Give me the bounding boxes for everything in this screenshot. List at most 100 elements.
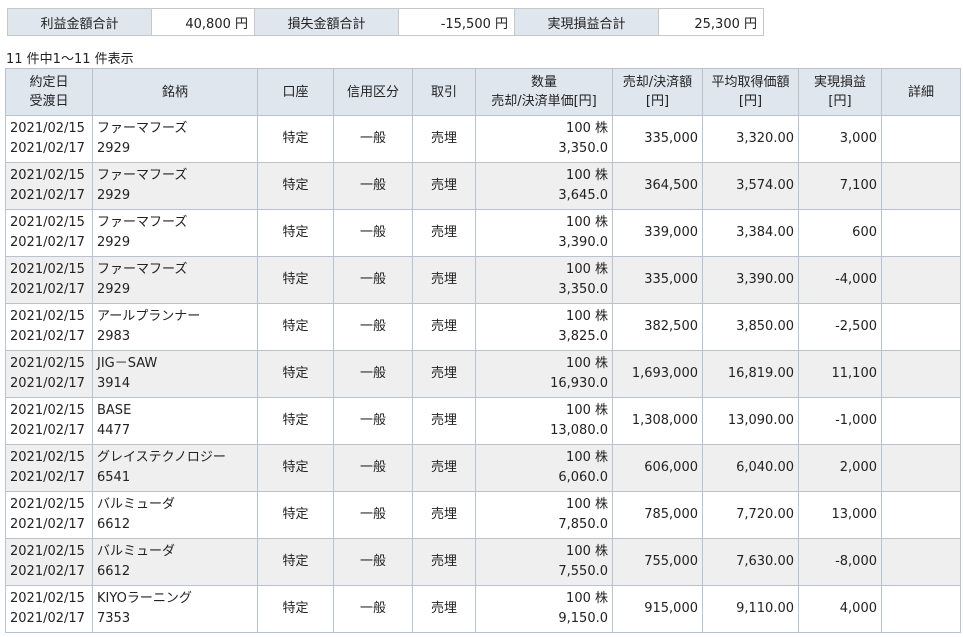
date-cell: 2021/02/15 2021/02/17 [5,444,93,492]
amount-cell: 1,693,000 [612,350,703,398]
quantity: 100 株 [566,356,608,371]
avg-price-cell: 3,574.00 [702,162,799,210]
quantity-cell: 100 株 3,645.0 [475,162,613,210]
credit-cell: 一般 [333,538,413,586]
trade-date: 2021/02/15 [10,544,85,559]
stock-cell: JIG－SAW 3914 [92,350,258,398]
stock-cell: アールプランナー 2983 [92,303,258,351]
trade-cell: 売埋 [412,585,476,633]
realized-pl-cell: -2,500 [798,303,882,351]
header-realized-pl: 実現損益 [円] [798,68,882,116]
table-row: 2021/02/15 2021/02/17 JIG－SAW 3914 特定 一般 売埋 100… [5,350,961,398]
date-cell: 2021/02/15 2021/02/17 [5,350,93,398]
stock-code: 2929 [97,282,131,297]
amount-cell: 915,000 [612,585,703,633]
realized-pl-cell: 7,100 [798,162,882,210]
table-row: 2021/02/15 2021/02/17 BASE 4477 特定 一般 売埋 100 株1… [5,397,961,445]
stock-code: 6541 [97,470,131,485]
credit-cell: 一般 [333,115,413,163]
stock-code: 2983 [97,329,131,344]
trade-history-table: 約定日 受渡日 銘柄 口座 信用区分 取引 数量 売却/決済単価[円] 売却/決済額… [5,68,961,633]
date-cell: 2021/02/15 2021/02/17 [5,397,93,445]
detail-cell [881,162,961,210]
trade-cell: 売埋 [412,256,476,304]
avg-price-cell: 7,630.00 [702,538,799,586]
realized-pl-cell: 4,000 [798,585,882,633]
trade-cell: 売埋 [412,444,476,492]
stock-code: 2929 [97,188,131,203]
account-cell: 特定 [257,162,334,210]
table-row: 2021/02/15 2021/02/17 ファーマフーズ 2929 特定 一般 売埋 100… [5,256,961,304]
trade-date: 2021/02/15 [10,262,85,277]
table-row: 2021/02/15 2021/02/17 ファーマフーズ 2929 特定 一般 売埋 100… [5,162,961,210]
quantity-cell: 100 株 3,390.0 [475,209,613,257]
realized-pl-cell: -8,000 [798,538,882,586]
detail-cell [881,585,961,633]
unit-price: 3,390.0 [558,235,608,250]
quantity: 100 株 [566,591,608,606]
realized-pl-cell: 600 [798,209,882,257]
avg-price-cell: 3,384.00 [702,209,799,257]
amount-cell: 1,308,000 [612,397,703,445]
settle-date: 2021/02/17 [10,235,85,250]
trade-cell: 売埋 [412,209,476,257]
stock-name: バルミューダ [97,544,176,559]
stock-code: 2929 [97,141,131,156]
stock-name: ファーマフーズ [97,262,188,277]
credit-cell: 一般 [333,444,413,492]
unit-price: 3,350.0 [558,141,608,156]
account-cell: 特定 [257,444,334,492]
stock-cell: KIYOラーニング 7353 [92,585,258,633]
header-credit: 信用区分 [333,68,413,116]
trade-date: 2021/02/15 [10,168,85,183]
quantity-cell: 100 株 9,150.0 [475,585,613,633]
settle-date: 2021/02/17 [10,517,85,532]
amount-cell: 335,000 [612,256,703,304]
date-cell: 2021/02/15 2021/02/17 [5,585,93,633]
trade-date: 2021/02/15 [10,215,85,230]
settle-date: 2021/02/17 [10,423,85,438]
date-cell: 2021/02/15 2021/02/17 [5,256,93,304]
stock-name: ファーマフーズ [97,168,188,183]
trade-date: 2021/02/15 [10,497,85,512]
header-stock: 銘柄 [92,68,258,116]
quantity-cell: 100 株 3,825.0 [475,303,613,351]
account-cell: 特定 [257,491,334,539]
profit-total-value: 40,800 円 [151,8,255,36]
stock-name: アールプランナー [97,309,201,324]
settle-date: 2021/02/17 [10,141,85,156]
realized-pl-cell: 11,100 [798,350,882,398]
profit-total-label: 利益金額合計 [7,8,152,36]
account-cell: 特定 [257,585,334,633]
table-row: 2021/02/15 2021/02/17 アールプランナー 2983 特定 一般 売埋 10… [5,303,961,351]
quantity: 100 株 [566,215,608,230]
stock-name: KIYOラーニング [97,591,192,606]
table-row: 2021/02/15 2021/02/17 ファーマフーズ 2929 特定 一般 売埋 100… [5,209,961,257]
loss-total-value: -15,500 円 [398,8,515,36]
stock-name: バルミューダ [97,497,176,512]
header-quantity: 数量 売却/決済単価[円] [475,68,613,116]
header-date: 約定日 受渡日 [5,68,93,116]
amount-cell: 755,000 [612,538,703,586]
quantity-cell: 100 株 16,930.0 [475,350,613,398]
date-cell: 2021/02/15 2021/02/17 [5,538,93,586]
account-cell: 特定 [257,397,334,445]
header-avg-price: 平均取得価額 [円] [702,68,799,116]
settle-date: 2021/02/17 [10,282,85,297]
trade-cell: 売埋 [412,162,476,210]
credit-cell: 一般 [333,397,413,445]
result-count: 11 件中1～11 件表示 [6,52,134,67]
stock-name: ファーマフーズ [97,215,188,230]
stock-cell: BASE 4477 [92,397,258,445]
trade-cell: 売埋 [412,538,476,586]
unit-price: 3,825.0 [558,329,608,344]
detail-cell [881,444,961,492]
avg-price-cell: 3,850.00 [702,303,799,351]
settle-date: 2021/02/17 [10,611,85,626]
trade-date: 2021/02/15 [10,403,85,418]
trade-cell: 売埋 [412,491,476,539]
stock-cell: グレイステクノロジー 6541 [92,444,258,492]
credit-cell: 一般 [333,491,413,539]
realized-pl-cell: 13,000 [798,491,882,539]
quantity-cell: 100 株 13,080.0 [475,397,613,445]
